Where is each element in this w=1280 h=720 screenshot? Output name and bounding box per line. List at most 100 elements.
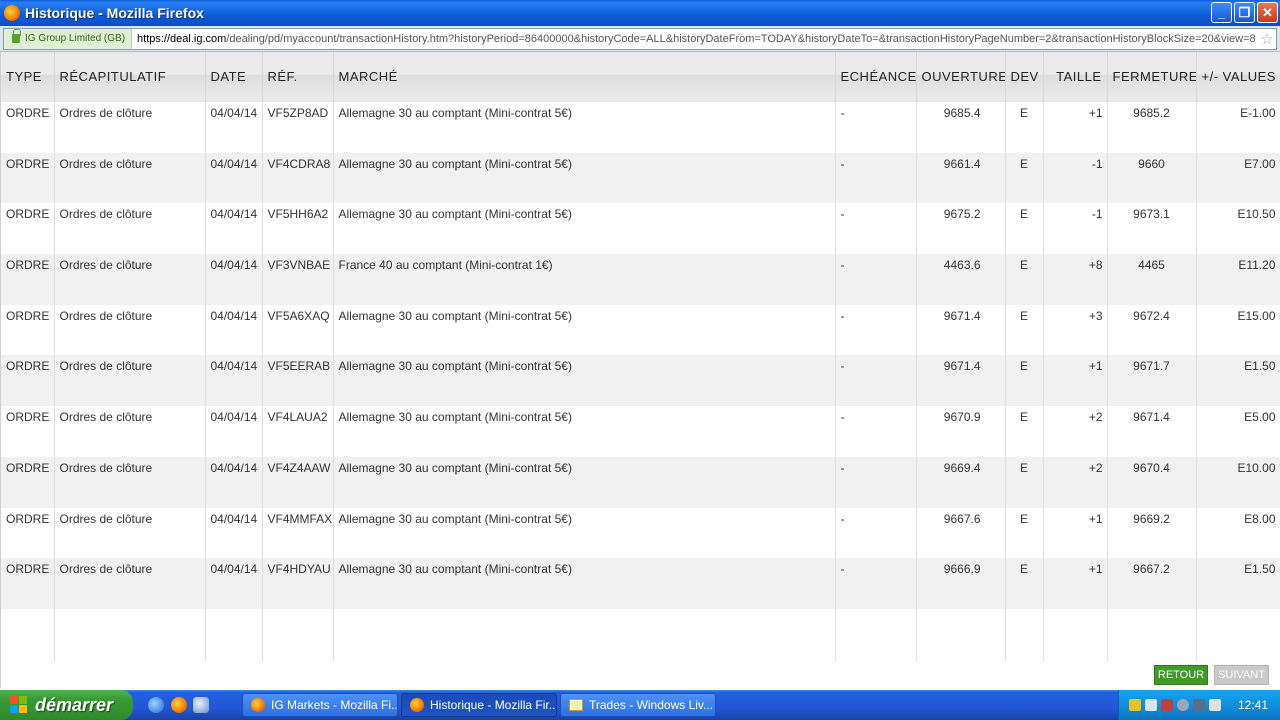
ref-cell: VF4MMFAX — [262, 507, 334, 559]
currency-cell: E — [1005, 456, 1044, 508]
pnl-cell: E7.00 — [1196, 152, 1280, 204]
currency-cell: E — [1005, 254, 1044, 305]
empty-cell — [1, 608, 55, 662]
ref-cell: VF4CDRA8 — [262, 152, 334, 204]
market-cell: Allemagne 30 au comptant (Mini-contrat 5… — [333, 355, 836, 407]
site-identity-label: IG Group Limited (GB) — [25, 33, 126, 44]
usb-tray-icon[interactable] — [1193, 699, 1205, 711]
window-titlebar[interactable]: Historique - Mozilla Firefox _ ❐ ✕ — [0, 0, 1280, 26]
bookmark-star-icon[interactable]: ☆ — [1258, 30, 1276, 48]
table-header-row: TYPE RÉCAPITULATIF DATE RÉF. MARCHÉ ECHÉANCE O… — [1, 52, 1280, 102]
currency-cell: E — [1005, 406, 1044, 457]
type-cell: ORDRE — [1, 102, 55, 153]
close-cell: 9670.4 — [1107, 456, 1197, 508]
transaction-history-table: TYPE RÉCAPITULATIF DATE RÉF. MARCHÉ ECHÉANCE O… — [1, 52, 1280, 662]
close-button[interactable]: ✕ — [1257, 2, 1278, 23]
suivant-button[interactable]: SUIVANT — [1214, 665, 1269, 685]
size-cell: +2 — [1043, 406, 1108, 457]
summary-cell: Ordres de clôture — [54, 558, 206, 609]
ref-cell: VF5HH6A2 — [262, 203, 334, 255]
start-button[interactable]: démarrer — [0, 690, 133, 720]
expiry-cell: - — [835, 456, 917, 508]
currency-cell: E — [1005, 304, 1044, 356]
table-row: ORDRE Ordres de clôture 04/04/14 VF4LAUA2 Al… — [1, 406, 1280, 457]
empty-cell — [205, 608, 263, 662]
taskbar-button[interactable]: IG Markets - Mozilla Fi... — [242, 693, 398, 717]
security-tray-icon[interactable] — [1161, 699, 1173, 711]
empty-cell — [835, 608, 917, 662]
currency-cell: E — [1005, 102, 1044, 153]
close-cell: 9673.1 — [1107, 203, 1197, 255]
table-row: ORDRE Ordres de clôture 04/04/14 VF4Z4AAW Al… — [1, 456, 1280, 508]
size-cell: +1 — [1043, 355, 1108, 407]
table-row: ORDRE Ordres de clôture 04/04/14 VF5ZP8AD Al… — [1, 102, 1280, 153]
firefox-quicklaunch-icon[interactable] — [171, 697, 187, 713]
ref-cell: VF5EERAB — [262, 355, 334, 407]
open-cell: 9667.6 — [916, 507, 1006, 559]
close-cell: 9671.4 — [1107, 406, 1197, 457]
retour-button[interactable]: RETOUR — [1154, 665, 1208, 685]
table-row: ORDRE Ordres de clôture 04/04/14 VF3VNBAE Fr… — [1, 254, 1280, 305]
expiry-cell: - — [835, 304, 917, 356]
taskbar-button[interactable]: Historique - Mozilla Fir... — [401, 693, 557, 717]
type-cell: ORDRE — [1, 152, 55, 204]
pnl-cell: E5.00 — [1196, 406, 1280, 457]
close-cell: 9671.7 — [1107, 355, 1197, 407]
empty-cell — [1107, 608, 1197, 662]
network-tray-icon[interactable] — [1145, 699, 1157, 711]
type-cell: ORDRE — [1, 355, 55, 407]
minimize-button[interactable]: _ — [1211, 2, 1232, 23]
taskbar-button[interactable]: Trades - Windows Liv... — [560, 693, 716, 717]
clock[interactable]: 12:41 — [1238, 698, 1268, 712]
expiry-cell: - — [835, 406, 917, 457]
close-cell: 9685.2 — [1107, 102, 1197, 153]
type-cell: ORDRE — [1, 558, 55, 609]
market-cell: France 40 au comptant (Mini-contrat 1€) — [333, 254, 836, 305]
internet-explorer-icon[interactable] — [148, 697, 164, 713]
volume-icon[interactable] — [1209, 699, 1221, 711]
currency-cell: E — [1005, 507, 1044, 559]
close-cell: 9669.2 — [1107, 507, 1197, 559]
pnl-cell: E8.00 — [1196, 507, 1280, 559]
table-row: ORDRE Ordres de clôture 04/04/14 VF5A6XAQ Al… — [1, 304, 1280, 356]
url-bar[interactable]: IG Group Limited (GB) https://deal.ig.co… — [3, 27, 1277, 50]
column-header: +/- VALUES — [1196, 52, 1280, 102]
date-cell: 04/04/14 — [205, 254, 263, 305]
date-cell: 04/04/14 — [205, 203, 263, 255]
url-text[interactable]: https://deal.ig.com/dealing/pd/myaccount… — [137, 33, 1258, 45]
summary-cell: Ordres de clôture — [54, 102, 206, 153]
show-desktop-icon[interactable] — [193, 697, 209, 713]
date-cell: 04/04/14 — [205, 558, 263, 609]
close-cell: 9667.2 — [1107, 558, 1197, 609]
column-header: DATE — [205, 52, 263, 102]
summary-cell: Ordres de clôture — [54, 304, 206, 356]
currency-cell: E — [1005, 152, 1044, 204]
expiry-cell: - — [835, 507, 917, 559]
type-cell: ORDRE — [1, 456, 55, 508]
table-row: ORDRE Ordres de clôture 04/04/14 VF4CDRA8 Al… — [1, 152, 1280, 204]
currency-cell: E — [1005, 558, 1044, 609]
summary-cell: Ordres de clôture — [54, 152, 206, 204]
column-header: MARCHÉ — [333, 52, 836, 102]
mail-icon — [569, 699, 583, 711]
empty-cell — [1005, 608, 1044, 662]
size-cell: +1 — [1043, 507, 1108, 559]
summary-cell: Ordres de clôture — [54, 254, 206, 305]
maximize-button[interactable]: ❐ — [1234, 2, 1255, 23]
open-cell: 9669.4 — [916, 456, 1006, 508]
open-cell: 9671.4 — [916, 355, 1006, 407]
size-cell: +2 — [1043, 456, 1108, 508]
app-tray-icon[interactable] — [1177, 699, 1189, 711]
site-identity-button[interactable]: IG Group Limited (GB) — [4, 28, 133, 49]
empty-cell — [1196, 608, 1280, 662]
market-cell: Allemagne 30 au comptant (Mini-contrat 5… — [333, 102, 836, 153]
close-cell: 4465 — [1107, 254, 1197, 305]
open-cell: 9671.4 — [916, 304, 1006, 356]
taskbar: démarrer IG Markets - Mozilla Fi... Histo… — [0, 690, 1280, 720]
table-row: ORDRE Ordres de clôture 04/04/14 VF4HDYAU Al… — [1, 558, 1280, 609]
expiry-cell: - — [835, 203, 917, 255]
date-cell: 04/04/14 — [205, 507, 263, 559]
taskbar-button-label: Trades - Windows Liv... — [589, 698, 714, 712]
summary-cell: Ordres de clôture — [54, 355, 206, 407]
shield-tray-icon[interactable] — [1129, 699, 1141, 711]
